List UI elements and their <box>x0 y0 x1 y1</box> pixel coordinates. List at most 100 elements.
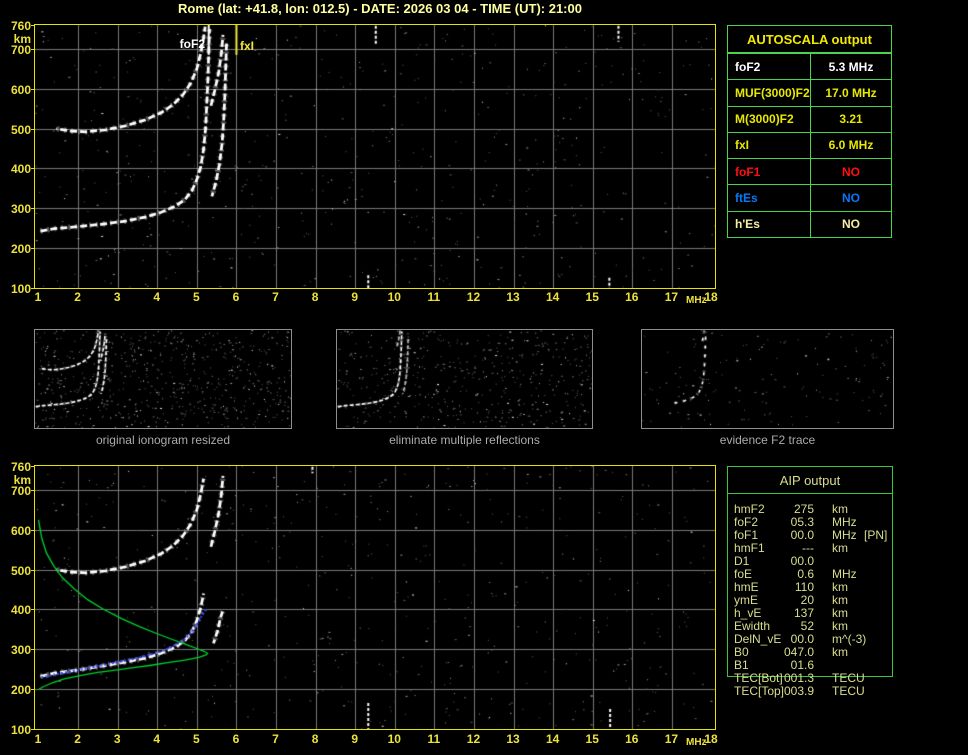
x-tick-label: 6 <box>223 291 249 303</box>
x-tick-label: 9 <box>342 291 368 303</box>
y-tick-mark <box>31 570 35 571</box>
x-tick-label: 12 <box>460 291 486 303</box>
x-tick-label: 13 <box>500 733 526 745</box>
x-tick-label: 14 <box>540 291 566 303</box>
x-tick-label: 16 <box>619 733 645 745</box>
autoscala-row-label: foF2 <box>728 54 811 79</box>
x-tick-label: 12 <box>460 733 486 745</box>
x-tick-label: 11 <box>421 291 447 303</box>
fxi-marker-label: fxI <box>240 39 280 53</box>
y-tick-label: 200 <box>0 243 31 255</box>
aip-table-header: AIP output <box>728 467 892 494</box>
autoscala-row-m3000f2: M(3000)F23.21 <box>728 106 891 132</box>
y-tick-mark <box>31 729 35 730</box>
panel-caption-original: original ionogram resized <box>34 434 292 447</box>
x-tick-label: 4 <box>144 291 170 303</box>
aip-row-unit: km <box>832 646 848 659</box>
aip-row-hmf1: hmF1---km <box>728 542 908 555</box>
autoscala-output-table: AUTOSCALA output foF25.3 MHzMUF(3000)F21… <box>727 25 892 238</box>
autoscala-row-fxi: fxI6.0 MHz <box>728 132 891 158</box>
y-tick-label: 400 <box>0 163 31 175</box>
autoscala-row-value: NO <box>811 159 891 184</box>
y-tick-label: 760 <box>0 461 31 473</box>
x-tick-label: 17 <box>658 291 684 303</box>
x-tick-label: 4 <box>144 733 170 745</box>
aip-row-d1: D100.0 <box>728 555 908 568</box>
ionogram-canvas-top <box>35 25 715 288</box>
y-tick-label: 600 <box>0 84 31 96</box>
aip-row-unit: TECU <box>832 685 865 698</box>
x-axis-unit: MHz <box>686 295 707 306</box>
autoscala-row-value: 17.0 MHz <box>811 80 891 105</box>
aip-row-extra: [PN] <box>864 529 887 542</box>
panel-evidence-canvas <box>642 330 893 428</box>
fof2-marker-label: foF2 <box>157 37 205 51</box>
y-tick-mark <box>31 89 35 90</box>
x-tick-label: 3 <box>104 291 130 303</box>
x-tick-label: 16 <box>619 291 645 303</box>
x-tick-label: 5 <box>183 733 209 745</box>
panel-eliminate-reflections <box>336 329 593 429</box>
x-tick-label: 7 <box>263 733 289 745</box>
x-tick-label: 15 <box>579 733 605 745</box>
x-tick-label: 14 <box>540 733 566 745</box>
x-tick-label: 1 <box>25 291 51 303</box>
y-tick-mark <box>31 466 35 467</box>
autoscala-row-muf3000f2: MUF(3000)F217.0 MHz <box>728 79 891 105</box>
y-tick-mark <box>31 208 35 209</box>
y-tick-mark <box>31 649 35 650</box>
y-tick-label: 760 <box>0 20 31 32</box>
y-tick-mark <box>31 288 35 289</box>
y-tick-label: 300 <box>0 644 31 656</box>
aip-row-value: 003.9 <box>776 685 814 698</box>
x-tick-label: 17 <box>658 733 684 745</box>
y-tick-label: 500 <box>0 565 31 577</box>
panel-eliminate-canvas <box>337 330 592 428</box>
x-tick-label: 5 <box>183 291 209 303</box>
ionogram-canvas-bottom <box>35 466 715 729</box>
autoscala-row-label: M(3000)F2 <box>728 107 811 132</box>
panel-original-canvas <box>35 330 291 428</box>
page-title: Rome (lat: +41.8, lon: 012.5) - DATE: 20… <box>0 1 760 16</box>
x-tick-label: 10 <box>381 733 407 745</box>
panel-caption-eliminate: eliminate multiple reflections <box>336 434 593 447</box>
autoscala-row-label: foF1 <box>728 159 811 184</box>
autoscala-row-value: 5.3 MHz <box>811 54 891 79</box>
y-tick-label: 300 <box>0 203 31 215</box>
y-tick-label: 700 <box>0 485 31 497</box>
autoscala-row-fof2: foF25.3 MHz <box>728 53 891 79</box>
autoscala-row-label: h'Es <box>728 212 811 237</box>
y-tick-label: 200 <box>0 684 31 696</box>
autoscala-row-label: ftEs <box>728 185 811 210</box>
x-axis-unit: MHz <box>686 737 707 748</box>
panel-caption-evidence: evidence F2 trace <box>641 434 894 447</box>
autoscala-row-ftes: ftEsNO <box>728 184 891 210</box>
autoscala-table-header: AUTOSCALA output <box>728 26 891 53</box>
y-tick-mark <box>31 49 35 50</box>
panel-evidence-f2 <box>641 329 894 429</box>
aip-row-unit: km <box>832 542 848 555</box>
x-axis-top: 123456789101112131415161718MHz <box>34 291 724 307</box>
y-tick-mark <box>31 689 35 690</box>
x-tick-label: 7 <box>263 291 289 303</box>
autoscala-row-label: MUF(3000)F2 <box>728 80 811 105</box>
y-tick-mark <box>31 530 35 531</box>
autoscala-row-value: 3.21 <box>811 107 891 132</box>
x-tick-label: 10 <box>381 291 407 303</box>
autoscala-row-value: NO <box>811 212 891 237</box>
y-tick-mark <box>31 129 35 130</box>
autoscala-row-value: 6.0 MHz <box>811 133 891 158</box>
y-tick-mark <box>31 25 35 26</box>
x-tick-label: 15 <box>579 291 605 303</box>
y-tick-mark <box>31 248 35 249</box>
y-tick-mark <box>31 609 35 610</box>
autoscala-app-window: { "title": "Rome (lat: +41.8, lon: 012.5… <box>0 0 968 755</box>
autoscala-row-fof1: foF1NO <box>728 158 891 184</box>
x-tick-label: 1 <box>25 733 51 745</box>
x-axis-bottom: 123456789101112131415161718MHz <box>34 733 724 749</box>
y-tick-label: 400 <box>0 604 31 616</box>
x-tick-label: 3 <box>104 733 130 745</box>
autoscala-row-label: fxI <box>728 133 811 158</box>
y-tick-mark <box>31 168 35 169</box>
aip-row-delnve: DelN_vE00.0m^(-3) <box>728 633 908 646</box>
